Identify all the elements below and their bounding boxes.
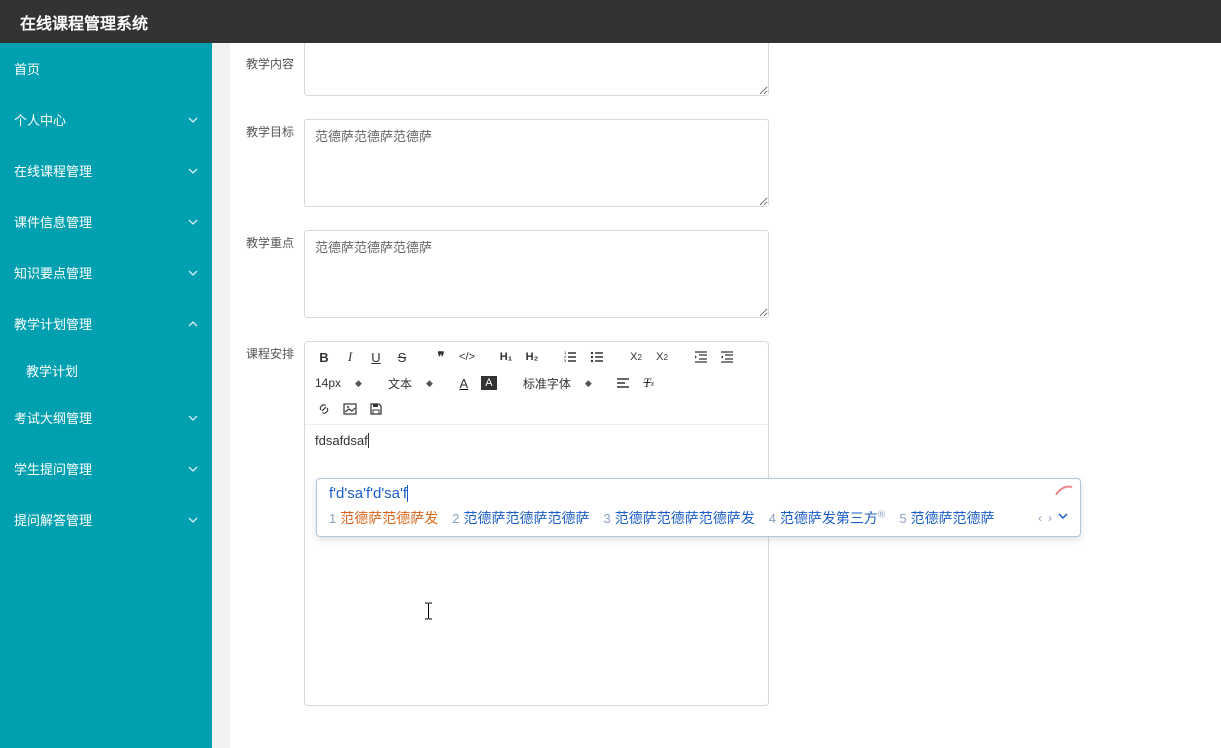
sidebar-item-exam-outline[interactable]: 考试大纲管理 <box>0 392 212 443</box>
editor-text: fdsafdsaf <box>315 433 368 448</box>
text-color-icon[interactable]: A <box>455 374 473 392</box>
strikethrough-icon[interactable]: S <box>393 348 411 366</box>
code-icon[interactable]: </> <box>458 348 476 366</box>
chevron-down-icon <box>188 268 198 278</box>
sidebar-item-personal[interactable]: 个人中心 <box>0 94 212 145</box>
image-icon[interactable] <box>341 400 359 418</box>
italic-icon[interactable]: I <box>341 348 359 366</box>
input-teaching-goal[interactable] <box>304 119 769 207</box>
app-header: 在线课程管理系统 <box>0 0 1221 43</box>
chevron-down-icon <box>188 464 198 474</box>
ime-nav: ‹ › <box>1038 511 1068 525</box>
form-row-teaching-content: 教学内容 <box>246 43 1205 99</box>
h2-icon[interactable]: H₂ <box>523 348 541 366</box>
main-area: 教学内容 教学目标 教学重点 课程安排 B I U <box>212 43 1221 748</box>
font-size-select[interactable]: 14px◆ <box>315 376 362 390</box>
indent-increase-icon[interactable] <box>718 348 736 366</box>
list-ordered-icon[interactable]: 123 <box>562 348 580 366</box>
ime-candidates: 1范德萨范德萨发 2范德萨范德萨范德萨 3范德萨范德萨范德萨发 4范德萨发第三方… <box>317 504 1080 536</box>
ime-candidate-3[interactable]: 3范德萨范德萨范德萨发 <box>603 508 754 528</box>
format-select[interactable]: 文本◆ <box>388 375 433 392</box>
subscript-icon[interactable]: X2 <box>627 348 645 366</box>
svg-text:3: 3 <box>564 358 567 363</box>
bg-color-icon[interactable]: A <box>481 376 497 390</box>
ime-popup: f'd'sa'f'd'sa'f 1范德萨范德萨发 2范德萨范德萨范德萨 3范德萨… <box>316 478 1081 537</box>
h1-icon[interactable]: H₁ <box>497 348 515 366</box>
chevron-down-icon <box>188 217 198 227</box>
chevron-down-icon <box>188 115 198 125</box>
ime-candidate-1[interactable]: 1范德萨范德萨发 <box>329 508 438 528</box>
underline-icon[interactable]: U <box>367 348 385 366</box>
sidebar-item-home[interactable]: 首页 <box>0 43 212 94</box>
sidebar-subitem-teaching-plan[interactable]: 教学计划 <box>0 349 212 392</box>
sidebar-item-label: 学生提问管理 <box>14 459 92 478</box>
quote-icon[interactable]: ❞ <box>432 348 450 366</box>
sidebar-item-label: 在线课程管理 <box>14 161 92 180</box>
sidebar-item-knowledge[interactable]: 知识要点管理 <box>0 247 212 298</box>
chevron-up-icon <box>188 319 198 329</box>
editor-content[interactable]: fdsafdsaf <box>305 425 768 705</box>
sidebar-item-label: 教学计划管理 <box>14 314 92 333</box>
clear-format-icon[interactable]: Tx <box>640 374 658 392</box>
input-teaching-focus[interactable] <box>304 230 769 318</box>
app-title: 在线课程管理系统 <box>20 10 148 34</box>
sidebar-item-label: 提问解答管理 <box>14 510 92 529</box>
sidebar-item-label: 考试大纲管理 <box>14 408 92 427</box>
ime-logo-icon <box>1054 483 1074 497</box>
font-family-select[interactable]: 标准字体◆ <box>523 375 592 392</box>
superscript-icon[interactable]: X2 <box>653 348 671 366</box>
sidebar-item-label: 课件信息管理 <box>14 212 92 231</box>
form-row-teaching-goal: 教学目标 <box>246 119 1205 210</box>
sidebar-item-teaching-plan[interactable]: 教学计划管理 <box>0 298 212 349</box>
sidebar-item-online-course[interactable]: 在线课程管理 <box>0 145 212 196</box>
form-row-teaching-focus: 教学重点 <box>246 230 1205 321</box>
label-teaching-goal: 教学目标 <box>246 119 304 140</box>
bold-icon[interactable]: B <box>315 348 333 366</box>
list-unordered-icon[interactable] <box>588 348 606 366</box>
ime-input: f'd'sa'f'd'sa'f <box>317 479 1080 504</box>
indent-decrease-icon[interactable] <box>692 348 710 366</box>
sidebar-subitem-label: 教学计划 <box>26 364 78 379</box>
label-teaching-content: 教学内容 <box>246 51 304 72</box>
sidebar-item-courseware[interactable]: 课件信息管理 <box>0 196 212 247</box>
sidebar-item-student-question[interactable]: 学生提问管理 <box>0 443 212 494</box>
label-teaching-focus: 教学重点 <box>246 230 304 251</box>
caret-icon: ◆ <box>426 378 433 389</box>
editor-toolbar: B I U S ❞ </> H₁ H₂ 123 <box>305 342 768 425</box>
label-course-schedule: 课程安排 <box>246 341 304 362</box>
sidebar-item-label: 个人中心 <box>14 110 66 129</box>
input-teaching-content[interactable] <box>304 43 769 96</box>
chevron-down-icon <box>188 166 198 176</box>
save-icon[interactable] <box>367 400 385 418</box>
align-icon[interactable] <box>614 374 632 392</box>
link-icon[interactable] <box>315 400 333 418</box>
ime-candidate-2[interactable]: 2范德萨范德萨范德萨 <box>452 508 589 528</box>
sidebar-item-label: 知识要点管理 <box>14 263 92 282</box>
caret-icon: ◆ <box>585 378 592 389</box>
sidebar-item-label: 首页 <box>14 59 40 78</box>
form-panel: 教学内容 教学目标 教学重点 课程安排 B I U <box>230 43 1221 748</box>
sidebar: 首页 个人中心 在线课程管理 课件信息管理 知识要点管理 教学计划管理 教学计划… <box>0 43 212 748</box>
ime-prev-icon[interactable]: ‹ <box>1038 511 1042 525</box>
text-cursor-icon <box>424 602 425 620</box>
caret-icon: ◆ <box>355 378 362 389</box>
ime-expand-icon[interactable] <box>1058 511 1068 525</box>
chevron-down-icon <box>188 413 198 423</box>
sidebar-item-answer[interactable]: 提问解答管理 <box>0 494 212 545</box>
ime-candidate-4[interactable]: 4范德萨发第三方® <box>769 508 886 528</box>
chevron-down-icon <box>188 515 198 525</box>
ime-candidate-5[interactable]: 5范德萨范德萨 <box>899 508 994 528</box>
ime-next-icon[interactable]: › <box>1048 511 1052 525</box>
